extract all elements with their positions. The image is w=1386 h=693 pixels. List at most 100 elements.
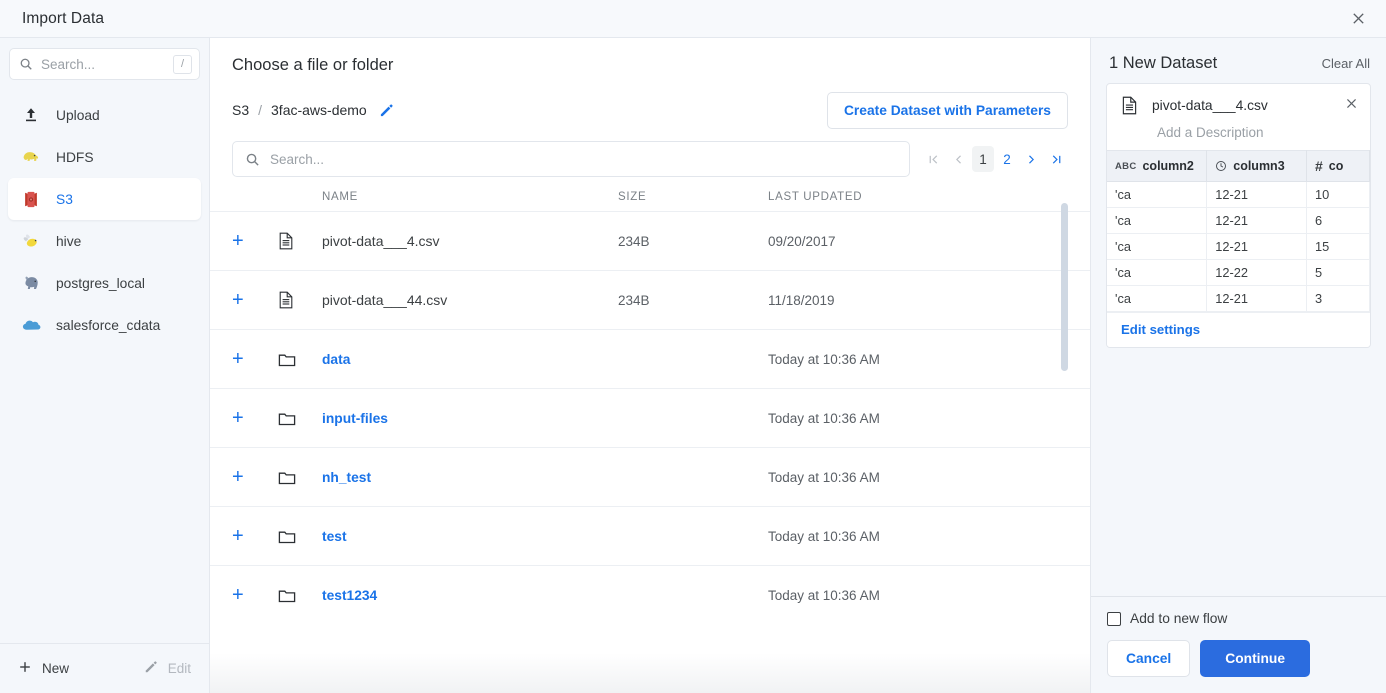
pagination: 1 2	[922, 146, 1068, 172]
page-title: Choose a file or folder	[232, 56, 1068, 75]
continue-button[interactable]: Continue	[1200, 640, 1310, 677]
postgres-elephant-icon	[20, 272, 42, 294]
table-row[interactable]: + input-files Today at 10:36 AM	[210, 388, 1090, 447]
add-file-icon[interactable]: +	[232, 290, 278, 310]
page-button-1[interactable]: 1	[972, 146, 994, 172]
search-icon	[19, 57, 33, 71]
preview-cell: 12-21	[1207, 182, 1307, 208]
file-table-body: + pivot-data___4.csv 234B 09/20/2017	[210, 211, 1090, 624]
add-folder-icon[interactable]: +	[232, 467, 278, 487]
table-row[interactable]: + test1234 Today at 10:36 AM	[210, 565, 1090, 624]
pencil-icon[interactable]	[379, 103, 394, 118]
preview-row: 'ca 12-21 3	[1107, 286, 1370, 312]
preview-cell: 3	[1307, 286, 1370, 312]
sidebar-item-hdfs[interactable]: HDFS	[8, 136, 201, 178]
dialog-body: Search... / Upload	[0, 38, 1386, 693]
create-dataset-with-parameters-button[interactable]: Create Dataset with Parameters	[827, 92, 1068, 129]
s3-bucket-icon	[20, 188, 42, 210]
clock-datetime-icon	[1215, 160, 1227, 172]
close-icon[interactable]	[1344, 5, 1372, 33]
sidebar-item-postgres-local[interactable]: postgres_local	[8, 262, 201, 304]
dataset-description-input[interactable]: Add a Description	[1121, 125, 1358, 140]
add-folder-icon[interactable]: +	[232, 585, 278, 605]
file-list-scrollbar[interactable]	[1061, 203, 1068, 371]
preview-column-header[interactable]: # co	[1307, 151, 1370, 182]
preview-cell: 'ca	[1107, 182, 1207, 208]
sidebar-item-upload[interactable]: Upload	[8, 94, 201, 136]
dataset-preview-table: ABC column2	[1107, 150, 1370, 312]
sidebar-item-hive[interactable]: hive	[8, 220, 201, 262]
table-row[interactable]: + pivot-data___44.csv 234B 11/18/2019	[210, 270, 1090, 329]
folder-name[interactable]: test1234	[322, 588, 618, 603]
preview-cell: 12-21	[1207, 208, 1307, 234]
table-row[interactable]: + data Today at 10:36 AM	[210, 329, 1090, 388]
folder-name[interactable]: nh_test	[322, 470, 618, 485]
preview-row: 'ca 12-21 6	[1107, 208, 1370, 234]
close-icon[interactable]	[1341, 93, 1361, 113]
sidebar-item-s3[interactable]: S3	[8, 178, 201, 220]
file-search-placeholder: Search...	[270, 152, 324, 167]
preview-header-row: ABC column2	[1107, 151, 1370, 182]
table-row[interactable]: + test Today at 10:36 AM	[210, 506, 1090, 565]
preview-column-header[interactable]: ABC column2	[1107, 151, 1207, 182]
file-search-input[interactable]: Search...	[232, 141, 910, 177]
new-connection-button[interactable]: New	[18, 660, 69, 677]
first-page-icon[interactable]	[922, 146, 945, 172]
preview-cell: 'ca	[1107, 286, 1207, 312]
panel-header: 1 New Dataset Clear All	[1091, 38, 1386, 83]
prev-page-icon[interactable]	[947, 146, 970, 172]
breadcrumb-current[interactable]: 3fac-aws-demo	[271, 102, 367, 118]
folder-icon	[278, 470, 322, 485]
preview-column-header[interactable]: column3	[1207, 151, 1307, 182]
abc-text-icon: ABC	[1115, 161, 1136, 172]
page-button-2[interactable]: 2	[996, 146, 1018, 172]
sidebar: Search... / Upload	[0, 38, 210, 693]
file-search-row: Search... 1 2	[210, 129, 1090, 177]
folder-name[interactable]: input-files	[322, 411, 618, 426]
dialog-title: Import Data	[22, 10, 104, 28]
table-row[interactable]: + pivot-data___4.csv 234B 09/20/2017	[210, 211, 1090, 270]
folder-name[interactable]: data	[322, 352, 618, 367]
breadcrumb-root[interactable]: S3	[232, 102, 249, 118]
table-row[interactable]: + nh_test Today at 10:36 AM	[210, 447, 1090, 506]
panel-spacer	[1091, 348, 1386, 596]
clear-all-button[interactable]: Clear All	[1322, 56, 1370, 71]
sidebar-item-salesforce-cdata[interactable]: salesforce_cdata	[8, 304, 201, 346]
sidebar-search-input[interactable]: Search... /	[9, 48, 200, 80]
preview-cell: 'ca	[1107, 234, 1207, 260]
sidebar-item-label: hive	[56, 234, 81, 249]
upload-icon	[20, 104, 42, 126]
breadcrumb-separator: /	[258, 102, 262, 118]
sidebar-nav: Upload HDFS	[0, 86, 209, 643]
breadcrumb-row: S3 / 3fac-aws-demo Create Dataset with P…	[232, 91, 1068, 129]
add-folder-icon[interactable]: +	[232, 408, 278, 428]
add-to-new-flow-row[interactable]: Add to new flow	[1107, 611, 1370, 626]
folder-name[interactable]: test	[322, 529, 618, 544]
last-page-icon[interactable]	[1045, 146, 1068, 172]
sidebar-item-label: postgres_local	[56, 276, 145, 291]
add-file-icon[interactable]: +	[232, 231, 278, 251]
preview-column-label: co	[1329, 159, 1344, 173]
next-page-icon[interactable]	[1020, 146, 1043, 172]
preview-column-label: column3	[1233, 159, 1284, 173]
dataset-name: pivot-data___4.csv	[1152, 98, 1268, 113]
preview-row: 'ca 12-21 10	[1107, 182, 1370, 208]
main-header: Choose a file or folder S3 / 3fac-aws-de…	[210, 38, 1090, 129]
cancel-button[interactable]: Cancel	[1107, 640, 1190, 677]
new-datasets-panel: 1 New Dataset Clear All pivot-data___4	[1090, 38, 1386, 693]
dialog-titlebar: Import Data	[0, 0, 1386, 38]
hash-number-icon: #	[1315, 158, 1323, 174]
preview-cell: 5	[1307, 260, 1370, 286]
edit-connection-button[interactable]: Edit	[144, 660, 191, 677]
sidebar-item-label: Upload	[56, 108, 100, 123]
add-folder-icon[interactable]: +	[232, 526, 278, 546]
preview-cell: 15	[1307, 234, 1370, 260]
file-last-updated: 11/18/2019	[768, 293, 1068, 308]
file-table-header: NAME SIZE LAST UPDATED	[210, 191, 1090, 211]
edit-settings-button[interactable]: Edit settings	[1107, 312, 1370, 347]
folder-icon	[278, 529, 322, 544]
add-to-new-flow-checkbox[interactable]	[1107, 612, 1121, 626]
folder-last-updated: Today at 10:36 AM	[768, 470, 1068, 485]
add-folder-icon[interactable]: +	[232, 349, 278, 369]
salesforce-cloud-icon	[20, 314, 42, 336]
